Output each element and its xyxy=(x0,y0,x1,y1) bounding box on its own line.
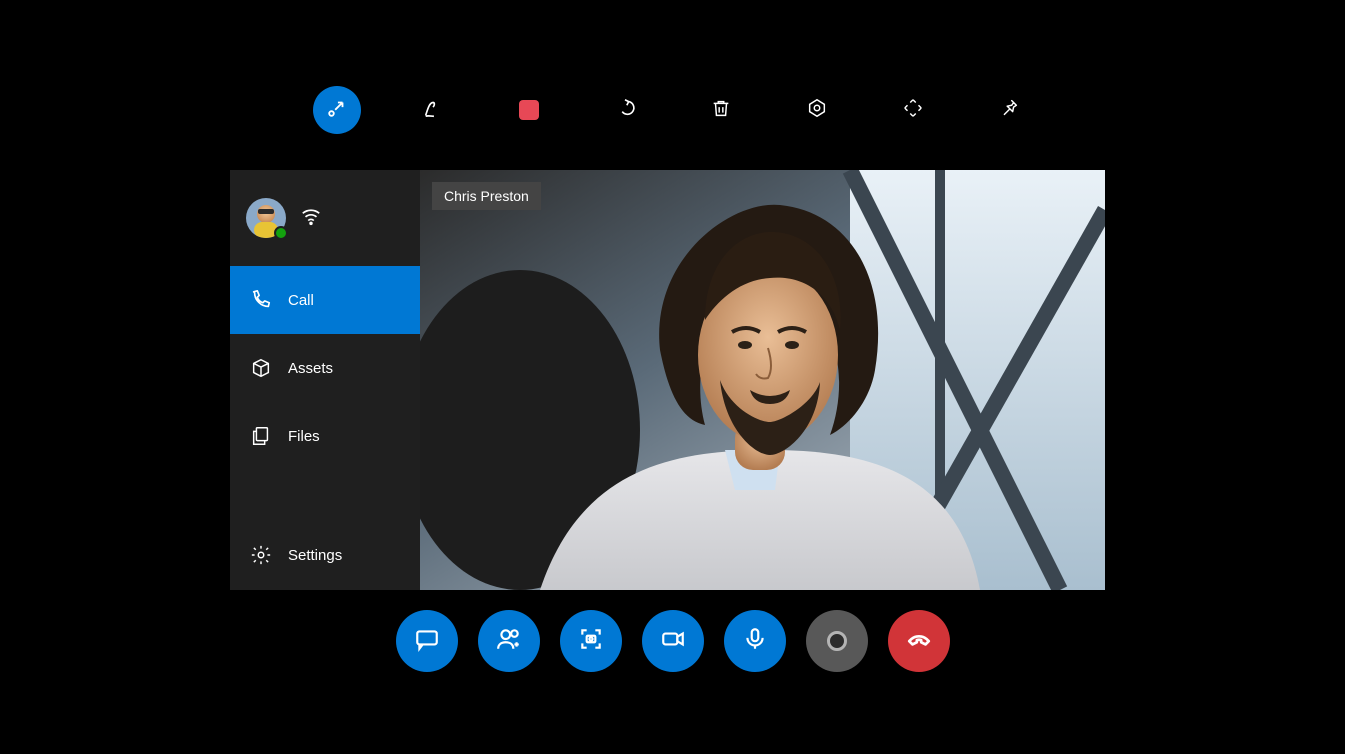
pin-icon xyxy=(998,97,1020,124)
video-area: Chris Preston xyxy=(420,170,1105,590)
call-controls xyxy=(0,610,1345,672)
wifi-icon xyxy=(300,205,322,232)
ink-pen-icon xyxy=(422,97,444,124)
record-button[interactable] xyxy=(806,610,868,672)
sidebar-nav: Call Assets Files xyxy=(230,266,420,470)
screenshot-button[interactable] xyxy=(560,610,622,672)
sidebar-item-settings[interactable]: Settings xyxy=(230,520,420,590)
files-icon xyxy=(250,425,272,447)
sidebar: Call Assets Files xyxy=(230,170,420,590)
hang-up-button[interactable] xyxy=(888,610,950,672)
sidebar-item-label: Call xyxy=(288,292,314,309)
sidebar-item-call[interactable]: Call xyxy=(230,266,420,334)
trash-button[interactable] xyxy=(697,86,745,134)
sidebar-item-label: Files xyxy=(288,428,320,445)
sidebar-header xyxy=(230,170,420,266)
microphone-icon xyxy=(742,626,768,657)
annotation-toolbar xyxy=(0,80,1345,140)
participant-video xyxy=(420,170,1105,590)
pin-button[interactable] xyxy=(985,86,1033,134)
hang-up-icon xyxy=(906,626,932,657)
record-icon xyxy=(827,631,847,651)
undo-button[interactable] xyxy=(601,86,649,134)
sidebar-item-assets[interactable]: Assets xyxy=(230,334,420,402)
participant-name-badge: Chris Preston xyxy=(432,182,541,210)
aperture-icon xyxy=(806,97,828,124)
sidebar-item-files[interactable]: Files xyxy=(230,402,420,470)
chat-button[interactable] xyxy=(396,610,458,672)
phone-icon xyxy=(250,289,272,311)
video-button[interactable] xyxy=(642,610,704,672)
record-indicator-button[interactable] xyxy=(505,86,553,134)
trash-icon xyxy=(710,97,732,124)
avatar[interactable] xyxy=(246,198,286,238)
presence-available-icon xyxy=(274,226,288,240)
undo-icon xyxy=(614,97,636,124)
participant-name: Chris Preston xyxy=(444,188,529,204)
minimize-diagonal-button[interactable] xyxy=(313,86,361,134)
sidebar-item-label: Settings xyxy=(288,547,342,564)
expand-arrows-icon xyxy=(902,97,924,124)
ink-pen-button[interactable] xyxy=(409,86,457,134)
camera-frame-icon xyxy=(578,626,604,657)
minimize-diagonal-icon xyxy=(326,97,348,124)
gear-icon xyxy=(250,544,272,566)
package-icon xyxy=(250,357,272,379)
expand-arrows-button[interactable] xyxy=(889,86,937,134)
video-icon xyxy=(660,626,686,657)
sidebar-item-label: Assets xyxy=(288,360,333,377)
app-window: Call Assets Files xyxy=(230,170,1105,590)
add-person-button[interactable] xyxy=(478,610,540,672)
chat-icon xyxy=(414,626,440,657)
aperture-button[interactable] xyxy=(793,86,841,134)
record-indicator-icon xyxy=(519,100,539,120)
add-person-icon xyxy=(496,626,522,657)
microphone-button[interactable] xyxy=(724,610,786,672)
